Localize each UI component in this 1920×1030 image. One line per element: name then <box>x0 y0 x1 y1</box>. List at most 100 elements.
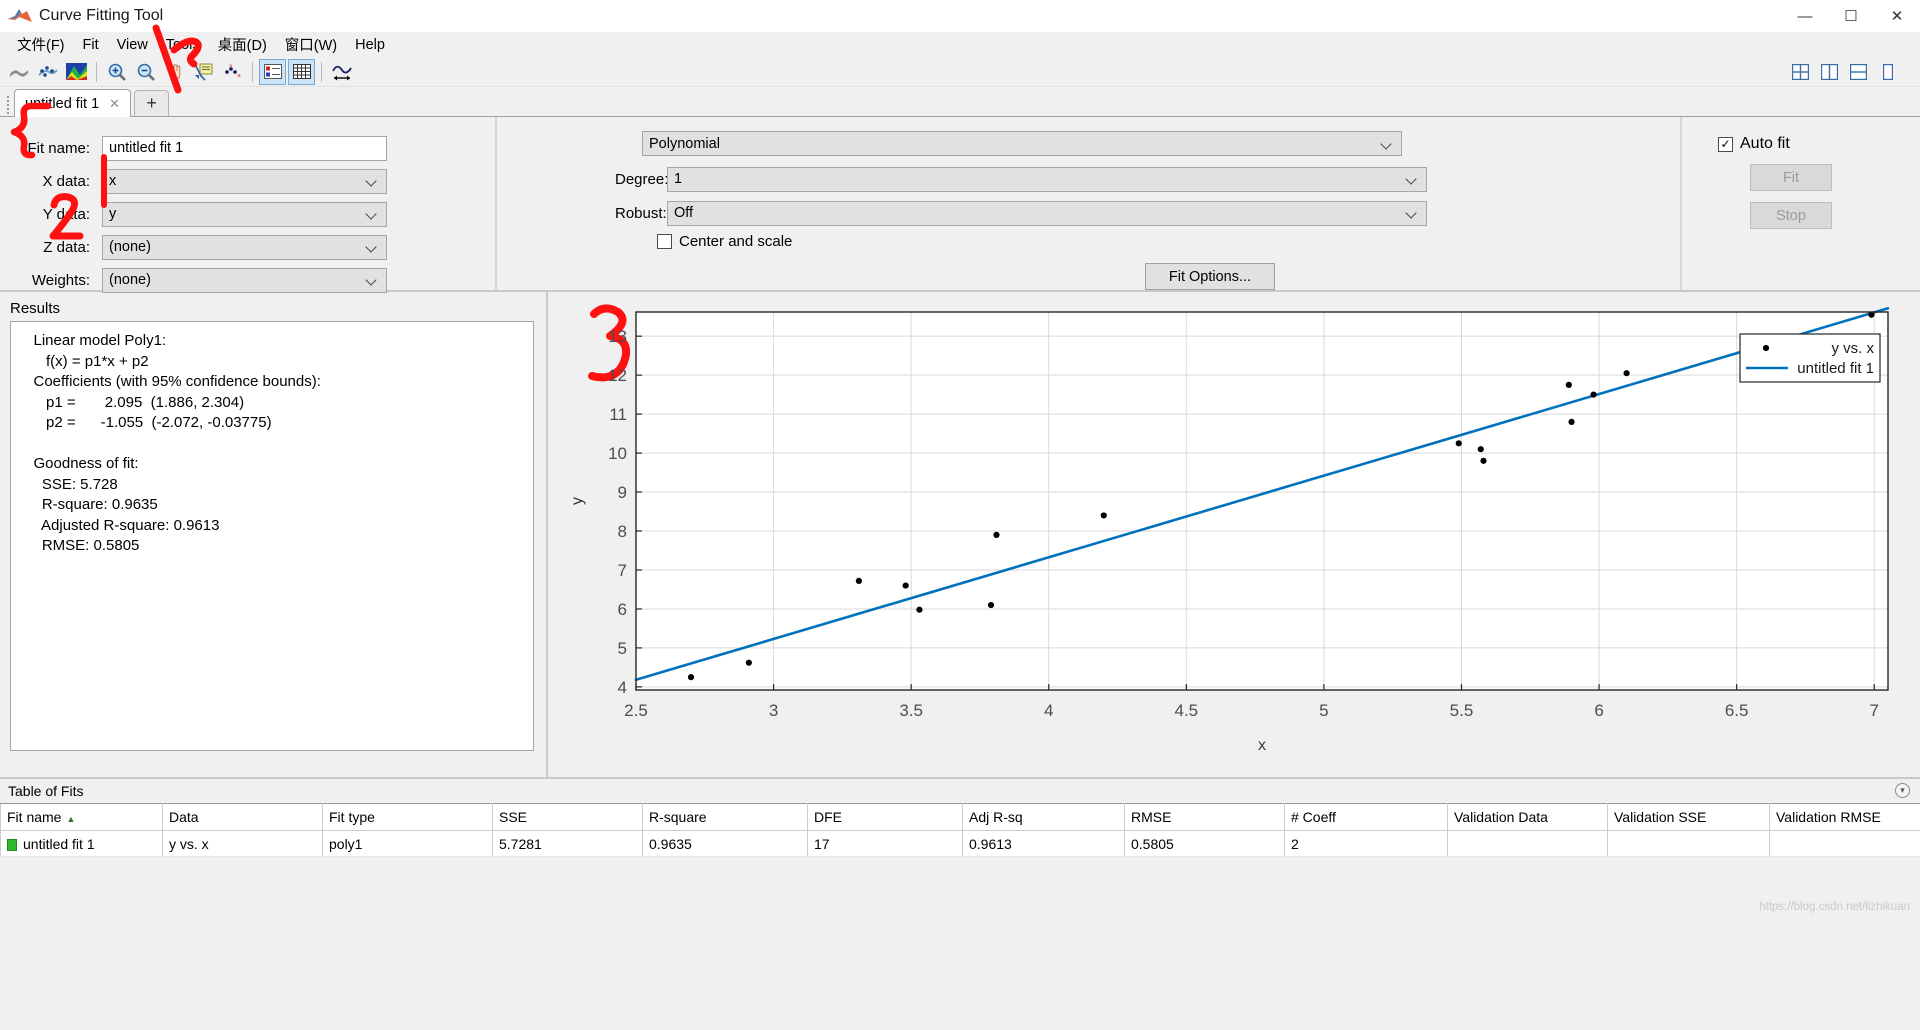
col-validation-rmse[interactable]: Validation RMSE <box>1769 803 1920 831</box>
table-row[interactable]: untitled fit 1 y vs. x poly1 5.7281 0.96… <box>0 830 1920 857</box>
y-data-row: Y data: y <box>10 200 495 228</box>
degree-value: 1 <box>674 171 683 187</box>
colormap-icon[interactable] <box>63 59 90 85</box>
tab-close-icon[interactable]: ✕ <box>109 96 120 112</box>
col-num-coeff[interactable]: # Coeff <box>1284 803 1448 831</box>
z-data-select[interactable]: (none) <box>102 234 387 260</box>
cell-adj-r-sq: 0.9613 <box>962 830 1125 857</box>
watermark-text: https://blog.csdn.net/lizhikuan <box>1759 901 1910 913</box>
y-data-select[interactable]: y <box>102 201 387 227</box>
fit-name-input[interactable]: untitled fit 1 <box>102 135 387 161</box>
cell-validation-rmse <box>1769 830 1920 857</box>
stop-button[interactable]: Stop <box>1750 202 1832 229</box>
weights-select[interactable]: (none) <box>102 267 387 293</box>
zoom-out-icon[interactable] <box>132 59 159 85</box>
exclude-outliers-icon[interactable]: × × <box>219 59 246 85</box>
menu-fit[interactable]: Fit <box>74 35 108 55</box>
fit-name-row: Fit name: untitled fit 1 <box>10 134 495 162</box>
close-button[interactable]: ✕ <box>1874 0 1920 32</box>
col-validation-data[interactable]: Validation Data <box>1447 803 1608 831</box>
zoom-in-icon[interactable] <box>103 59 130 85</box>
fit-button[interactable]: Fit <box>1750 164 1832 191</box>
data-points-icon[interactable] <box>34 59 61 85</box>
layout-grid-icon[interactable] <box>1787 59 1814 85</box>
table-header-row: Fit name ▲ Data Fit type SSE R-square DFE… <box>0 803 1920 831</box>
y-data-label: Y data: <box>42 205 90 223</box>
menu-desktop[interactable]: 桌面(D) <box>209 32 276 57</box>
weights-value: (none) <box>109 272 151 288</box>
surface-icon[interactable] <box>5 59 32 85</box>
svg-text:5: 5 <box>1319 701 1328 720</box>
toolbar-right-group <box>1786 59 1902 85</box>
plot-panel[interactable]: 2.5 3 3.5 4 4.5 5 5.5 6 6.5 7 4 5 6 7 8 9 10 11 12 13 x y y vs… <box>548 292 1920 777</box>
col-r-square[interactable]: R-square <box>642 803 808 831</box>
results-and-plot-section: Results Linear model Poly1: f(x) = p1*x … <box>0 24 1920 777</box>
x-data-select[interactable]: x <box>102 168 387 194</box>
menu-window[interactable]: 窗口(W) <box>276 32 346 57</box>
window-titlebar: Curve Fitting Tool — ☐ ✕ <box>0 0 1920 32</box>
y-data-value: y <box>109 206 117 222</box>
weights-row: Weights: (none) <box>10 266 495 294</box>
fit-plot-svg[interactable]: 2.5 3 3.5 4 4.5 5 5.5 6 6.5 7 4 5 6 7 8 9 10 11 12 13 x y y vs… <box>548 300 1914 770</box>
svg-text:11: 11 <box>609 405 627 424</box>
col-data[interactable]: Data <box>162 803 323 831</box>
layout-split-vertical-icon[interactable] <box>1816 59 1843 85</box>
center-scale-checkbox[interactable] <box>657 234 672 249</box>
cell-dfe: 17 <box>807 830 963 857</box>
layout-single-icon[interactable] <box>1874 59 1901 85</box>
auto-fit-checkbox[interactable]: ✓ <box>1718 136 1733 152</box>
cell-sse: 5.7281 <box>492 830 643 857</box>
col-sse[interactable]: SSE <box>492 803 643 831</box>
col-validation-sse[interactable]: Validation SSE <box>1607 803 1770 831</box>
axes-limits-icon[interactable] <box>328 59 355 85</box>
col-fit-name-label: Fit name <box>7 809 62 825</box>
z-data-label: Z data: <box>43 238 90 256</box>
col-dfe[interactable]: DFE <box>807 803 963 831</box>
col-rmse[interactable]: RMSE <box>1124 803 1285 831</box>
menu-file[interactable]: 文件(F) <box>8 32 74 57</box>
robust-label: Robust: <box>615 204 667 222</box>
cell-fit-type: poly1 <box>322 830 493 857</box>
fit-configuration-row: Fit name: untitled fit 1 X data: x Y dat… <box>0 117 1920 294</box>
results-panel: Results Linear model Poly1: f(x) = p1*x … <box>0 24 548 777</box>
window-controls: — ☐ ✕ <box>1782 0 1920 32</box>
fit-actions-panel: ✓ Auto fit Fit Stop <box>1680 117 1920 290</box>
fit-options-button[interactable]: Fit Options... <box>1145 263 1275 290</box>
legend-toggle-icon[interactable] <box>259 58 286 85</box>
svg-text:×: × <box>229 64 233 70</box>
svg-text:3.5: 3.5 <box>899 701 923 720</box>
degree-select[interactable]: 1 <box>667 166 1427 192</box>
pan-hand-icon[interactable] <box>161 59 188 85</box>
cell-fit-name: untitled fit 1 <box>0 830 163 857</box>
tab-untitled-fit-1[interactable]: untitled fit 1 ✕ <box>14 89 132 117</box>
minimize-button[interactable]: — <box>1782 0 1828 32</box>
grid-toggle-icon[interactable] <box>288 58 315 85</box>
cell-num-coeff: 2 <box>1284 830 1448 857</box>
tabstrip-grip-handle[interactable] <box>4 94 12 116</box>
chevron-down-icon <box>367 275 377 285</box>
data-cursor-icon[interactable] <box>190 59 217 85</box>
fit-type-select[interactable]: Polynomial <box>642 131 1402 156</box>
menu-view[interactable]: View <box>108 35 157 55</box>
col-fit-type[interactable]: Fit type <box>322 803 493 831</box>
svg-text:6: 6 <box>1594 701 1603 720</box>
svg-text:y: y <box>569 497 586 505</box>
robust-select[interactable]: Off <box>667 200 1427 226</box>
collapse-icon[interactable]: ▾ <box>1895 783 1910 798</box>
toolbar-separator <box>96 61 97 82</box>
maximize-button[interactable]: ☐ <box>1828 0 1874 32</box>
col-fit-name[interactable]: Fit name ▲ <box>0 803 163 831</box>
matlab-logo-icon <box>7 6 33 26</box>
svg-text:4.5: 4.5 <box>1175 701 1199 720</box>
results-text: Linear model Poly1: f(x) = p1*x + p2 Coe… <box>10 321 534 751</box>
layout-split-horizontal-icon[interactable] <box>1845 59 1872 85</box>
add-fit-tab-button[interactable]: + <box>134 90 170 116</box>
toolbar-separator-2 <box>252 61 253 82</box>
degree-row: Degree: 1 <box>607 165 1680 193</box>
menu-tools[interactable]: Tools <box>157 35 209 55</box>
chevron-down-icon <box>367 209 377 219</box>
menu-help[interactable]: Help <box>346 35 394 55</box>
svg-text:7: 7 <box>618 561 627 580</box>
col-adj-r-sq[interactable]: Adj R-sq <box>962 803 1125 831</box>
cell-rmse: 0.5805 <box>1124 830 1285 857</box>
